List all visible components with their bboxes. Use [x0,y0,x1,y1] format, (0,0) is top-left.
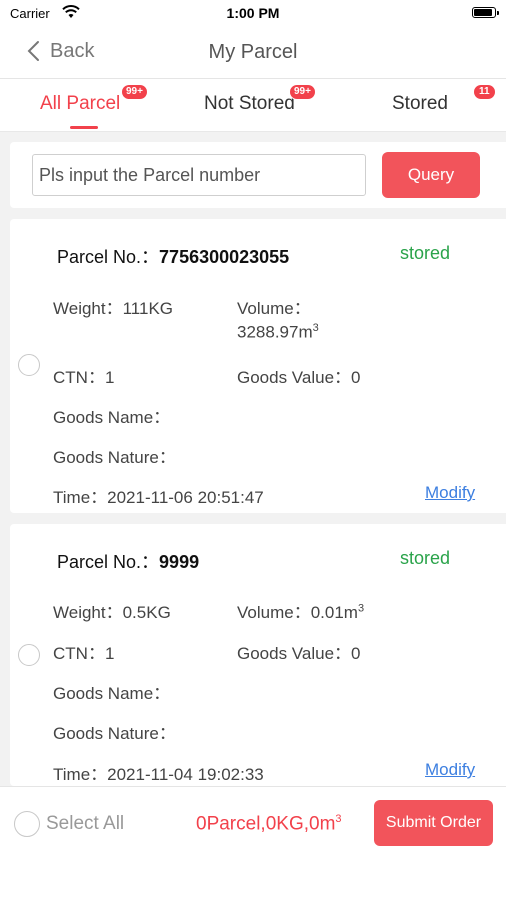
tab-not-stored[interactable]: Not Stored [204,93,295,115]
parcel-volume: Volume：0.01m3 [237,602,365,622]
nav-bar: Back My Parcel [0,26,506,79]
parcel-goods-nature: Goods Nature： [53,724,176,743]
tab-all-parcel[interactable]: All Parcel [40,93,120,115]
parcel-select-radio[interactable] [18,644,40,666]
parcel-select-radio[interactable] [18,354,40,376]
select-all-label[interactable]: Select All [46,813,124,835]
clock-time: 1:00 PM [226,5,280,21]
modify-link[interactable]: Modify [425,760,475,780]
parcel-ctn: CTN：1 [53,368,115,387]
parcel-card: Parcel No.：7756300023055 stored Weight：1… [10,219,506,513]
parcel-weight: Weight：111KG [53,299,174,318]
battery-icon [472,7,499,18]
parcel-status: stored [400,548,451,568]
parcel-volume-label: Volume： [237,299,311,318]
tab-stored[interactable]: Stored [392,93,448,115]
parcel-weight: Weight：0.5KG [53,603,171,622]
select-all-radio[interactable] [14,811,40,837]
parcel-goods-name: Goods Name： [53,684,171,703]
parcel-time: Time：2021-11-04 19:02:33 [53,765,264,784]
parcel-status: stored [400,243,451,263]
parcel-goods-nature: Goods Nature： [53,448,176,467]
selection-summary: 0Parcel,0KG,0m3 [196,813,342,835]
parcel-number: Parcel No.：7756300023055 [57,247,290,267]
submit-order-button[interactable]: Submit Order [374,800,493,846]
parcel-volume: 3288.97m3 [237,322,319,342]
footer-bar: Select All 0Parcel,0KG,0m3 Submit Order [0,786,506,859]
search-panel: Query [10,142,506,208]
tab-all-parcel-badge: 99+ [121,84,148,100]
tab-not-stored-badge: 99+ [289,84,316,100]
parcel-time: Time：2021-11-06 20:51:47 [53,488,264,507]
parcel-card: Parcel No.：9999 stored Weight：0.5KG Volu… [10,524,506,786]
parcel-goods-value: Goods Value：0 [237,368,361,387]
parcel-number-input[interactable] [32,154,366,196]
parcel-goods-name: Goods Name： [53,408,171,427]
tab-bar: All Parcel 99+ Not Stored 99+ Stored 11 [0,79,506,132]
modify-link[interactable]: Modify [425,483,475,503]
parcel-goods-value: Goods Value：0 [237,644,361,663]
query-button[interactable]: Query [382,152,480,198]
tab-stored-badge: 11 [473,84,496,100]
active-tab-indicator [70,126,98,129]
status-bar: Carrier 1:00 PM [0,0,506,26]
page-title: My Parcel [208,41,298,63]
parcel-number: Parcel No.：9999 [57,552,200,572]
parcel-ctn: CTN：1 [53,644,115,663]
bottom-safe-area [0,859,506,900]
